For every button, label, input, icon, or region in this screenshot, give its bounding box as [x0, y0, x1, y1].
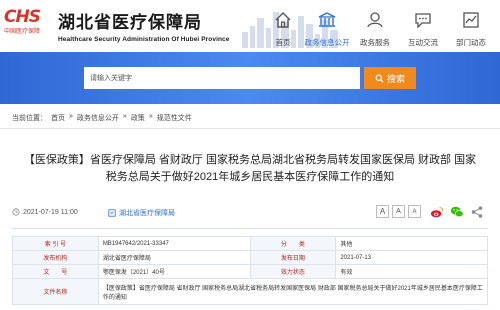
font-medium-button[interactable]: A	[392, 205, 405, 218]
field-value: MB1947642/2021-33347	[97, 236, 251, 251]
document-info-table: 索 引 号 MB1947642/2021-33347 分 类 其他 发布机构 湖…	[12, 236, 489, 305]
logo-subtitle: 中国医疗保障	[4, 29, 41, 35]
font-small-button[interactable]: A	[408, 205, 421, 218]
field-label: 分 类	[249, 236, 337, 251]
site-header: CHS 中国医疗保障 湖北省医疗保障局 Healthcare Security …	[0, 0, 500, 54]
breadcrumb-normative-docs[interactable]: 规范性文件	[157, 113, 192, 123]
site-title: 湖北省医疗保障局	[58, 13, 202, 32]
breadcrumb-prefix: 当前位置：	[12, 115, 47, 122]
breadcrumb-separator: »	[148, 113, 153, 120]
field-label: 索 引 号	[12, 236, 99, 251]
field-label: 发布日期	[249, 250, 337, 265]
breadcrumb: 当前位置： 首页 » 政务信息公开 » 政策 » 规范性文件	[12, 113, 192, 123]
breadcrumb-home[interactable]: 首页	[51, 113, 65, 123]
field-value: 其他	[335, 236, 488, 251]
article-source-text: 湖北省医疗保障局	[119, 210, 175, 217]
chat-icon	[415, 13, 431, 29]
publish-date-text: 2021-07-19 11:00	[23, 208, 78, 216]
table-row: 文件名称 【医保政策】省医疗保障局 省财政厅 国家税务总局湖北省税务局转发国家医…	[12, 278, 489, 305]
weibo-icon[interactable]	[430, 205, 444, 219]
divider	[0, 128, 500, 129]
home-icon	[275, 12, 291, 28]
article-title: 【医保政策】省医疗保障局 省财政厅 国家税务总局湖北省税务局转发国家医保局 财政…	[20, 152, 480, 186]
search-banner: 搜索	[0, 52, 500, 104]
font-size-controls: A A A	[376, 205, 421, 218]
field-value: 湖北省医疗保障局	[97, 250, 251, 265]
share-buttons	[430, 205, 484, 219]
field-label: 效力状态	[249, 264, 337, 279]
field-value: 2021-07-13	[335, 250, 488, 265]
clock-icon	[12, 208, 20, 216]
breadcrumb-separator: »	[122, 113, 127, 120]
breadcrumb-separator: »	[69, 113, 73, 120]
source-icon	[108, 209, 116, 217]
nav-label: 政务服务	[360, 38, 390, 47]
nav-government-info[interactable]: 政务信息公开	[302, 6, 352, 54]
field-value: 有效	[335, 264, 488, 279]
site-logo[interactable]: CHS 中国医疗保障	[4, 8, 50, 46]
search-button[interactable]: 搜索	[364, 67, 416, 89]
publish-date: 2021-07-19 11:00	[12, 208, 78, 216]
article-title-line: 【医保政策】省医疗保障局 省财政厅 国家税务总局湖北省税务局转发国家医保局 财政…	[23, 154, 477, 166]
table-row: 文 号 鄂医保发〔2021〕40号 效力状态 有效	[12, 264, 488, 279]
breadcrumb-policy[interactable]: 政策	[131, 113, 145, 123]
nav-department-news[interactable]: 部门动态	[446, 6, 496, 50]
nav-services[interactable]: 政务服务	[350, 6, 400, 50]
search-icon	[375, 73, 384, 83]
divider	[12, 228, 488, 229]
table-row: 索 引 号 MB1947642/2021-33347 分 类 其他	[12, 236, 488, 251]
article-meta: 2021-07-19 11:00 湖北省医疗保障局 A A A	[12, 205, 492, 221]
nav-label: 互动交流	[408, 38, 438, 47]
nav-home[interactable]: 首页	[258, 6, 308, 50]
nav-label: 部门动态	[456, 38, 486, 47]
field-value: 鄂医保发〔2021〕40号	[97, 264, 251, 279]
document-name: 【医保政策】省医疗保障局 省财政厅 国家税务总局湖北省税务局转发国家医保局 财政…	[97, 278, 489, 305]
field-label: 发布机构	[12, 250, 99, 265]
logo-mark: CHS	[4, 7, 41, 27]
table-row: 发布机构 湖北省医疗保障局 发布日期 2021-07-13	[12, 250, 488, 265]
breadcrumb-gov-info[interactable]: 政务信息公开	[77, 113, 119, 123]
share-icon[interactable]	[470, 205, 484, 219]
article-source: 湖北省医疗保障局	[108, 208, 175, 218]
nav-label: 政务信息公开	[304, 38, 350, 47]
font-large-button[interactable]: A	[376, 205, 389, 218]
wechat-icon[interactable]	[450, 205, 464, 219]
search-button-label: 搜索	[386, 73, 405, 84]
field-label: 文件名称	[12, 278, 99, 305]
field-label: 文 号	[12, 264, 99, 279]
search-input[interactable]	[84, 67, 360, 89]
building-icon	[318, 12, 336, 27]
site-english-title: Healthcare Security Administration Of Hu…	[58, 36, 230, 43]
nav-label: 首页	[275, 38, 291, 47]
trend-icon	[463, 12, 479, 28]
article-title-line: 税务总局关于做好2021年城乡居民基本医疗保障工作的通知	[105, 171, 395, 183]
nav-interaction[interactable]: 互动交流	[398, 6, 448, 50]
service-icon	[367, 12, 383, 28]
